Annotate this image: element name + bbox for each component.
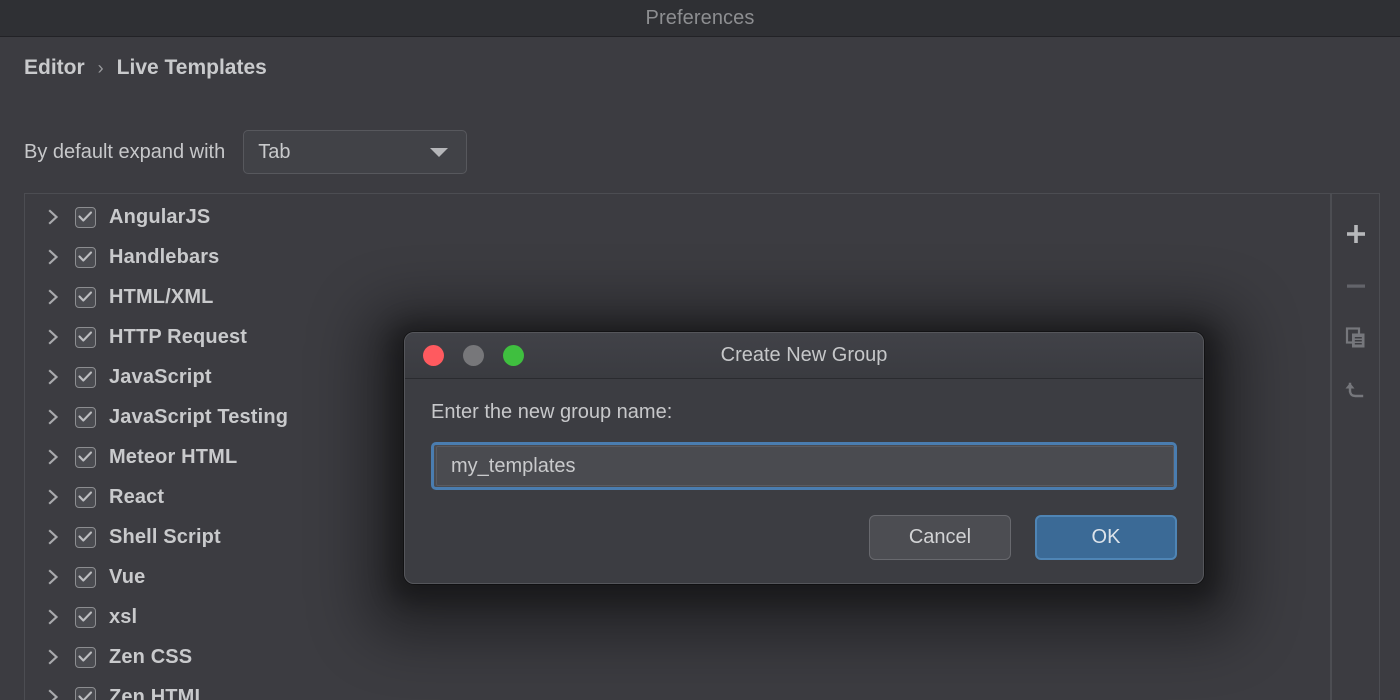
window-title: Preferences (645, 6, 755, 29)
checkbox-icon[interactable] (75, 686, 96, 700)
template-group-label: Meteor HTML (109, 445, 238, 468)
chevron-right-icon[interactable] (43, 448, 65, 466)
template-group-label: AngularJS (109, 205, 211, 228)
copy-icon (1345, 327, 1364, 348)
template-group-row[interactable]: HTML/XML (25, 277, 1330, 317)
checkbox-icon[interactable] (75, 606, 96, 628)
close-window-button[interactable] (423, 345, 444, 366)
checkbox-icon[interactable] (75, 326, 96, 348)
expand-with-row: By default expand with Tab (24, 130, 468, 174)
dialog-titlebar[interactable]: Create New Group (405, 333, 1203, 379)
zoom-window-button[interactable] (503, 345, 524, 366)
expand-with-select[interactable]: Tab (243, 130, 468, 174)
template-group-label: JavaScript (109, 365, 212, 388)
checkbox-icon[interactable] (75, 246, 96, 268)
checkbox-icon[interactable] (75, 486, 96, 508)
chevron-right-icon[interactable] (43, 528, 65, 546)
template-group-label: HTML/XML (109, 285, 214, 308)
chevron-right-icon[interactable] (43, 488, 65, 506)
template-group-label: Zen HTML (109, 685, 207, 700)
add-template-button[interactable] (1332, 208, 1379, 260)
checkbox-icon[interactable] (75, 446, 96, 468)
group-name-input[interactable]: my_templates (436, 446, 1174, 486)
chevron-right-icon[interactable] (43, 408, 65, 426)
breadcrumb: Editor › Live Templates (24, 56, 267, 80)
chevron-right-icon[interactable] (43, 248, 65, 266)
chevron-right-icon[interactable] (43, 288, 65, 306)
dialog-title: Create New Group (720, 344, 888, 366)
breadcrumb-item-editor[interactable]: Editor (24, 56, 85, 80)
create-new-group-dialog: Create New Group Enter the new group nam… (404, 332, 1204, 584)
expand-with-value: Tab (258, 140, 291, 163)
template-group-row[interactable]: Zen CSS (25, 637, 1330, 677)
template-group-label: xsl (109, 605, 138, 628)
template-group-label: Handlebars (109, 245, 220, 268)
checkbox-icon[interactable] (75, 366, 96, 388)
chevron-right-icon[interactable] (43, 328, 65, 346)
minus-icon (1346, 284, 1365, 288)
template-group-row[interactable]: Zen HTML (25, 677, 1330, 700)
checkbox-icon[interactable] (75, 646, 96, 668)
group-name-input-wrapper[interactable]: my_templates (431, 442, 1177, 490)
chevron-right-icon[interactable] (43, 648, 65, 666)
group-name-input-value: my_templates (451, 454, 576, 477)
traffic-lights (423, 345, 524, 366)
breadcrumb-item-live-templates[interactable]: Live Templates (117, 56, 267, 80)
ok-button[interactable]: OK (1035, 515, 1177, 560)
templates-toolbar (1331, 193, 1380, 700)
checkbox-icon[interactable] (75, 206, 96, 228)
cancel-button[interactable]: Cancel (869, 515, 1011, 560)
template-group-label: HTTP Request (109, 325, 248, 348)
checkbox-icon[interactable] (75, 286, 96, 308)
chevron-right-icon[interactable] (43, 208, 65, 226)
template-group-label: JavaScript Testing (109, 405, 289, 428)
chevron-right-icon[interactable] (43, 568, 65, 586)
chevron-down-icon (430, 147, 449, 157)
dialog-prompt-label: Enter the new group name: (431, 401, 673, 423)
revert-template-button[interactable] (1332, 364, 1379, 416)
chevron-right-icon[interactable] (43, 368, 65, 386)
dialog-button-row: Cancel OK (869, 515, 1177, 560)
template-group-label: Zen CSS (109, 645, 193, 668)
plus-icon (1346, 225, 1365, 243)
chevron-right-icon[interactable] (43, 688, 65, 700)
checkbox-icon[interactable] (75, 406, 96, 428)
breadcrumb-separator-icon: › (97, 57, 104, 78)
window-titlebar: Preferences (0, 0, 1400, 37)
chevron-right-icon[interactable] (43, 608, 65, 626)
minimize-window-button[interactable] (463, 345, 484, 366)
dialog-content: Enter the new group name: my_templates C… (405, 379, 1203, 583)
checkbox-icon[interactable] (75, 566, 96, 588)
template-group-label: Shell Script (109, 525, 221, 548)
template-group-label: React (109, 485, 165, 508)
template-group-row[interactable]: AngularJS (25, 197, 1330, 237)
checkbox-icon[interactable] (75, 526, 96, 548)
expand-with-label: By default expand with (24, 140, 226, 163)
undo-icon (1345, 382, 1363, 398)
duplicate-template-button[interactable] (1332, 312, 1379, 364)
template-group-row[interactable]: Handlebars (25, 237, 1330, 277)
template-group-label: Vue (109, 565, 146, 588)
template-group-row[interactable]: xsl (25, 597, 1330, 637)
remove-template-button[interactable] (1332, 260, 1379, 312)
